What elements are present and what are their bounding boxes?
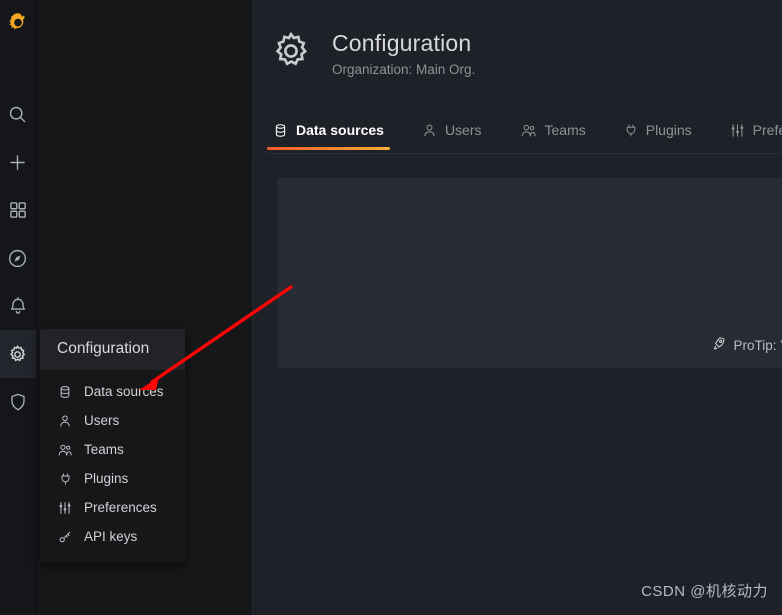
flyout-list: Data sources Users Teams Plugins Prefere… [40, 370, 185, 563]
tab-users[interactable]: Users [416, 118, 496, 150]
tab-label: Data sources [296, 122, 384, 138]
sidebar-item-configuration[interactable] [0, 330, 36, 378]
gear-icon [270, 30, 312, 77]
grafana-logo-icon[interactable] [0, 4, 36, 44]
compass-icon[interactable] [0, 234, 36, 282]
menu-item-label: Preferences [84, 500, 157, 515]
search-icon[interactable] [0, 90, 36, 138]
sliders-icon [57, 501, 73, 515]
page-subtitle: Organization: Main Org. [332, 61, 476, 77]
tab-teams[interactable]: Teams [514, 118, 600, 150]
protip-text: ProTip: Y [733, 337, 782, 353]
users-icon [520, 123, 537, 138]
watermark: CSDN @机核动力 [641, 583, 768, 600]
sliders-icon [730, 123, 745, 138]
users-icon [57, 443, 73, 457]
key-icon [57, 530, 73, 544]
plug-icon [624, 123, 638, 138]
tab-label: Users [444, 122, 482, 138]
tab-bar-divider [267, 153, 782, 154]
datasource-empty-card: ProTip: Y [277, 178, 782, 368]
menu-item-users[interactable]: Users [40, 406, 185, 435]
protip: ProTip: Y [711, 336, 782, 354]
nav-rail [0, 0, 36, 615]
plus-icon[interactable] [0, 138, 36, 186]
shield-icon[interactable] [0, 378, 36, 426]
tab-label: Prefer [752, 122, 782, 138]
configuration-flyout-menu: Configuration Data sources Users Teams P… [40, 329, 185, 563]
tab-label: Teams [544, 122, 586, 138]
tab-data-sources[interactable]: Data sources [267, 118, 398, 150]
flyout-title[interactable]: Configuration [40, 329, 185, 370]
tab-plugins[interactable]: Plugins [618, 118, 706, 150]
dashboards-icon[interactable] [0, 186, 36, 234]
tab-bar: Data sources Users Teams Plugins Pref [267, 118, 782, 154]
database-icon [57, 385, 73, 399]
tab-preferences[interactable]: Prefer [724, 118, 782, 150]
menu-item-preferences[interactable]: Preferences [40, 493, 185, 522]
rocket-icon [711, 336, 726, 354]
menu-item-label: Users [84, 413, 120, 428]
menu-item-label: Teams [84, 442, 124, 457]
page-header: Configuration Organization: Main Org. [270, 30, 475, 77]
user-icon [57, 414, 73, 428]
menu-item-api-keys[interactable]: API keys [40, 522, 185, 551]
menu-item-data-sources[interactable]: Data sources [40, 377, 185, 406]
grafana-configuration-screen: Configuration Organization: Main Org. Da… [0, 0, 782, 615]
tab-label: Plugins [645, 122, 692, 138]
database-icon [273, 123, 288, 138]
menu-item-label: Data sources [84, 384, 164, 399]
bell-icon[interactable] [0, 282, 36, 330]
menu-item-teams[interactable]: Teams [40, 435, 185, 464]
page-title: Configuration [332, 30, 472, 57]
menu-item-label: Plugins [84, 471, 129, 486]
menu-item-label: API keys [84, 529, 138, 544]
user-icon [422, 123, 437, 138]
plug-icon [57, 472, 73, 486]
menu-item-plugins[interactable]: Plugins [40, 464, 185, 493]
